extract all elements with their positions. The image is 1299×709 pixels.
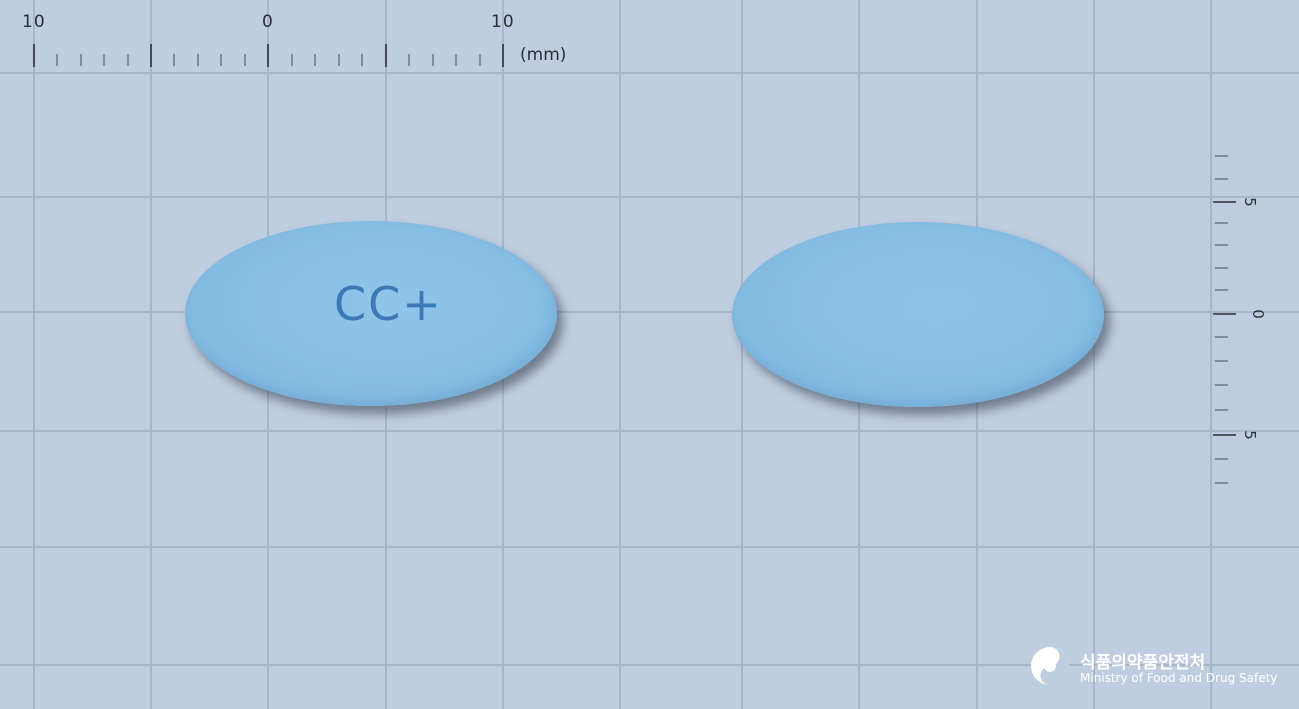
grid-line xyxy=(0,546,1299,548)
ministry-name-korean: 식품의약품안전처 xyxy=(1080,653,1206,673)
pill-imprint: CC+ xyxy=(334,277,443,331)
top-ruler-ticks xyxy=(33,44,504,67)
grid-line xyxy=(0,72,1299,74)
ruler-label-zero-v: 0 xyxy=(1249,309,1267,319)
ministry-name-english: Ministry of Food and Drug Safety xyxy=(1080,671,1278,685)
ruler-unit-label: (mm) xyxy=(520,45,567,65)
grid-line xyxy=(619,0,621,709)
ruler-label-left: 10 xyxy=(22,12,46,32)
pill-front: CC+ xyxy=(185,221,557,406)
pill-back xyxy=(732,222,1104,407)
grid-line xyxy=(0,430,1299,432)
ruler-label-bottom: 5 xyxy=(1241,430,1259,440)
grid-line xyxy=(741,0,743,709)
pill-identification-image: 10 0 10 (mm) 5 0 5 CC+ 식품의약품안전처 Ministry… xyxy=(0,0,1299,709)
taegeuk-swirl-icon xyxy=(1031,647,1069,685)
ruler-label-zero: 0 xyxy=(262,12,274,32)
grid-line xyxy=(150,0,152,709)
ruler-label-top: 5 xyxy=(1241,197,1259,207)
grid-line xyxy=(1093,0,1095,709)
grid-line xyxy=(0,196,1299,198)
ruler-label-right: 10 xyxy=(491,12,515,32)
grid-line xyxy=(33,0,35,709)
